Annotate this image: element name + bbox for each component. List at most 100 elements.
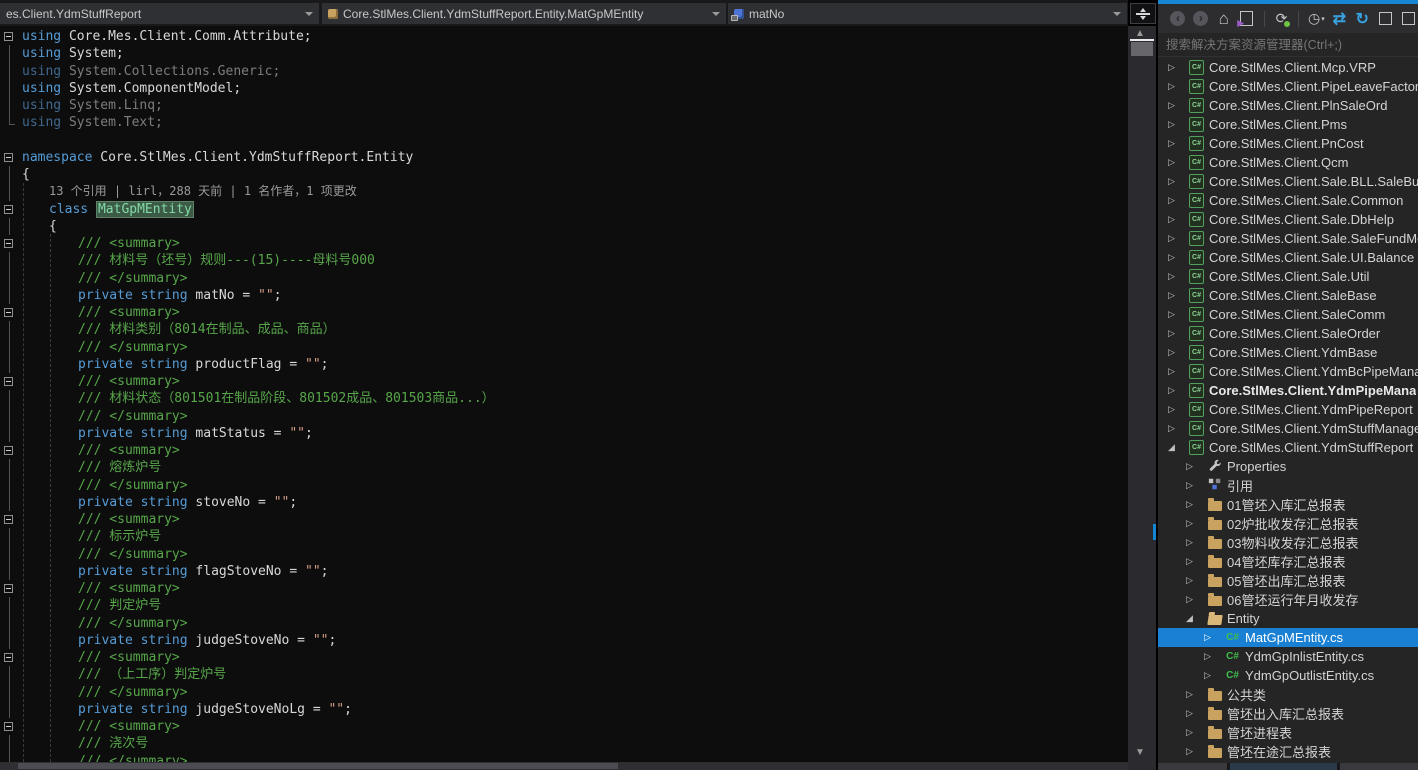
outlining-collapse-icon[interactable]: [0, 580, 20, 597]
member-dropdown[interactable]: matNo: [728, 3, 1127, 24]
tree-item-folder[interactable]: ▷02炉批收发存汇总报表: [1158, 514, 1418, 533]
tree-item-project[interactable]: ▷C#Core.StlMes.Client.Mcp.VRP: [1158, 58, 1418, 77]
vertical-scrollbar[interactable]: ▲ ▼: [1128, 26, 1156, 770]
preview-selected-items-button[interactable]: [1398, 8, 1418, 29]
expander-collapsed-icon[interactable]: ▷: [1166, 176, 1188, 187]
code-line[interactable]: /// <summary>: [0, 235, 1128, 252]
code-line[interactable]: /// </summary>: [0, 477, 1128, 494]
code-line[interactable]: /// </summary>: [0, 408, 1128, 425]
outlining-collapse-icon[interactable]: [0, 442, 20, 459]
tree-item-file[interactable]: ▷C#MatGpMEntity.cs: [1158, 628, 1418, 647]
code-line[interactable]: private string judgeStoveNoLg = "";: [0, 701, 1128, 718]
code-editor[interactable]: using Core.Mes.Client.Comm.Attribute; usi…: [0, 26, 1128, 770]
code-line[interactable]: using System.Text;: [0, 114, 1128, 131]
code-area[interactable]: using Core.Mes.Client.Comm.Attribute; usi…: [0, 28, 1128, 770]
code-line[interactable]: private string matStatus = "";: [0, 425, 1128, 442]
tree-item-project[interactable]: ▷C#Core.StlMes.Client.Sale.SaleFundMg: [1158, 229, 1418, 248]
tree-item-project[interactable]: ▷C#Core.StlMes.Client.YdmStuffManage: [1158, 419, 1418, 438]
expander-collapsed-icon[interactable]: ▷: [1184, 727, 1206, 738]
code-line[interactable]: /// </summary>: [0, 546, 1128, 563]
code-line[interactable]: using Core.Mes.Client.Comm.Attribute;: [0, 28, 1128, 45]
expander-collapsed-icon[interactable]: ▷: [1166, 233, 1188, 244]
sync-with-active-document-button[interactable]: ⟳: [1272, 8, 1292, 29]
code-line[interactable]: /// <summary>: [0, 718, 1128, 735]
expander-collapsed-icon[interactable]: ▷: [1184, 689, 1206, 700]
code-line[interactable]: /// （上工序）判定炉号: [0, 666, 1128, 683]
tree-item-project[interactable]: ▷C#Core.StlMes.Client.PipeLeaveFactory: [1158, 77, 1418, 96]
expander-collapsed-icon[interactable]: ▷: [1166, 404, 1188, 415]
tree-item-project[interactable]: ▷C#Core.StlMes.Client.Pms: [1158, 115, 1418, 134]
bottom-tab[interactable]: [1340, 763, 1418, 770]
code-line[interactable]: /// 标示炉号: [0, 528, 1128, 545]
expander-collapsed-icon[interactable]: ▷: [1166, 309, 1188, 320]
vertical-scrollbar-thumb[interactable]: [1131, 42, 1153, 56]
tree-item-project[interactable]: ▷C#Core.StlMes.Client.YdmPipeReport: [1158, 400, 1418, 419]
scroll-up-icon[interactable]: ▲: [1135, 28, 1145, 39]
switch-views-button[interactable]: [1237, 8, 1257, 29]
code-line[interactable]: /// </summary>: [0, 615, 1128, 632]
code-line[interactable]: /// <summary>: [0, 580, 1128, 597]
code-line[interactable]: /// 浇次号: [0, 735, 1128, 752]
tree-item-project[interactable]: ▷C#Core.StlMes.Client.YdmBcPipeMana: [1158, 362, 1418, 381]
expander-collapsed-icon[interactable]: ▷: [1184, 480, 1206, 491]
expander-collapsed-icon[interactable]: ▷: [1166, 252, 1188, 263]
tree-item-folder[interactable]: ◢Entity: [1158, 609, 1418, 628]
outlining-collapse-icon[interactable]: [0, 511, 20, 528]
code-line[interactable]: /// </summary>: [0, 270, 1128, 287]
expander-collapsed-icon[interactable]: ▷: [1166, 81, 1188, 92]
outlining-collapse-icon[interactable]: [0, 718, 20, 735]
home-button[interactable]: ⌂: [1214, 8, 1234, 29]
tree-item-folder[interactable]: ▷01管坯入库汇总报表: [1158, 495, 1418, 514]
tree-item-folder[interactable]: ▷管坯进程表: [1158, 723, 1418, 742]
tree-item-folder[interactable]: ▷公共类: [1158, 685, 1418, 704]
code-line[interactable]: /// <summary>: [0, 373, 1128, 390]
code-line[interactable]: namespace Core.StlMes.Client.YdmStuffRep…: [0, 149, 1128, 166]
code-line[interactable]: using System.Collections.Generic;: [0, 63, 1128, 80]
tree-item-project[interactable]: ▷C#Core.StlMes.Client.Sale.UI.Balance: [1158, 248, 1418, 267]
expander-collapsed-icon[interactable]: ▷: [1184, 461, 1206, 472]
tree-item-folder[interactable]: ▷管坯在途汇总报表: [1158, 742, 1418, 761]
forward-button[interactable]: ›: [1191, 8, 1211, 29]
tree-item-folder[interactable]: ▷06管坯运行年月收发存: [1158, 590, 1418, 609]
solution-search-box[interactable]: [1158, 33, 1418, 57]
tree-item-folder[interactable]: ▷04管坯库存汇总报表: [1158, 552, 1418, 571]
tree-item-project[interactable]: ▷C#Core.StlMes.Client.Sale.Common: [1158, 191, 1418, 210]
horizontal-scrollbar-thumb[interactable]: [18, 763, 618, 769]
bottom-tab[interactable]: [1158, 763, 1227, 770]
code-line[interactable]: /// </summary>: [0, 684, 1128, 701]
tree-item-project[interactable]: ▷C#Core.StlMes.Client.YdmPipeMana: [1158, 381, 1418, 400]
tree-item-file[interactable]: ▷C#YdmGpInlistEntity.cs: [1158, 647, 1418, 666]
expander-collapsed-icon[interactable]: ▷: [1184, 746, 1206, 757]
expander-collapsed-icon[interactable]: ▷: [1184, 556, 1206, 567]
code-line[interactable]: 13 个引用 | lirl，288 天前 | 1 名作者，1 项更改: [0, 183, 1128, 200]
expander-expanded-icon[interactable]: ◢: [1184, 613, 1206, 624]
code-line[interactable]: /// <summary>: [0, 649, 1128, 666]
tree-item-project[interactable]: ▷C#Core.StlMes.Client.YdmBase: [1158, 343, 1418, 362]
expander-collapsed-icon[interactable]: ▷: [1166, 157, 1188, 168]
scroll-down-icon[interactable]: ▼: [1135, 747, 1145, 758]
code-line[interactable]: private string flagStoveNo = "";: [0, 563, 1128, 580]
sync-button[interactable]: ⇄: [1329, 8, 1349, 29]
code-line[interactable]: private string judgeStoveNo = "";: [0, 632, 1128, 649]
tree-item-folder[interactable]: ▷管坯出入库汇总报表: [1158, 704, 1418, 723]
expander-collapsed-icon[interactable]: ▷: [1166, 328, 1188, 339]
horizontal-scrollbar[interactable]: [0, 762, 1128, 770]
type-dropdown[interactable]: Core.StlMes.Client.YdmStuffReport.Entity…: [322, 3, 726, 24]
tree-item-project[interactable]: ▷C#Core.StlMes.Client.SaleOrder: [1158, 324, 1418, 343]
expander-collapsed-icon[interactable]: ▷: [1184, 537, 1206, 548]
search-input[interactable]: [1158, 33, 1418, 56]
code-line[interactable]: /// 材料类别（8014在制品、成品、商品）: [0, 321, 1128, 338]
outlining-collapse-icon[interactable]: [0, 304, 20, 321]
tree-item-project[interactable]: ▷C#Core.StlMes.Client.Sale.DbHelp: [1158, 210, 1418, 229]
code-line[interactable]: private string stoveNo = "";: [0, 494, 1128, 511]
code-line[interactable]: /// 材料状态（801501在制品阶段、801502成品、801503商品..…: [0, 390, 1128, 407]
expander-collapsed-icon[interactable]: ▷: [1166, 385, 1188, 396]
code-line[interactable]: {: [0, 218, 1128, 235]
expander-collapsed-icon[interactable]: ▷: [1166, 290, 1188, 301]
expander-collapsed-icon[interactable]: ▷: [1166, 214, 1188, 225]
expander-collapsed-icon[interactable]: ▷: [1166, 195, 1188, 206]
expander-collapsed-icon[interactable]: ▷: [1184, 499, 1206, 510]
tree-item-project[interactable]: ◢C#Core.StlMes.Client.YdmStuffReport: [1158, 438, 1418, 457]
expander-collapsed-icon[interactable]: ▷: [1166, 347, 1188, 358]
expander-expanded-icon[interactable]: ◢: [1166, 442, 1188, 453]
